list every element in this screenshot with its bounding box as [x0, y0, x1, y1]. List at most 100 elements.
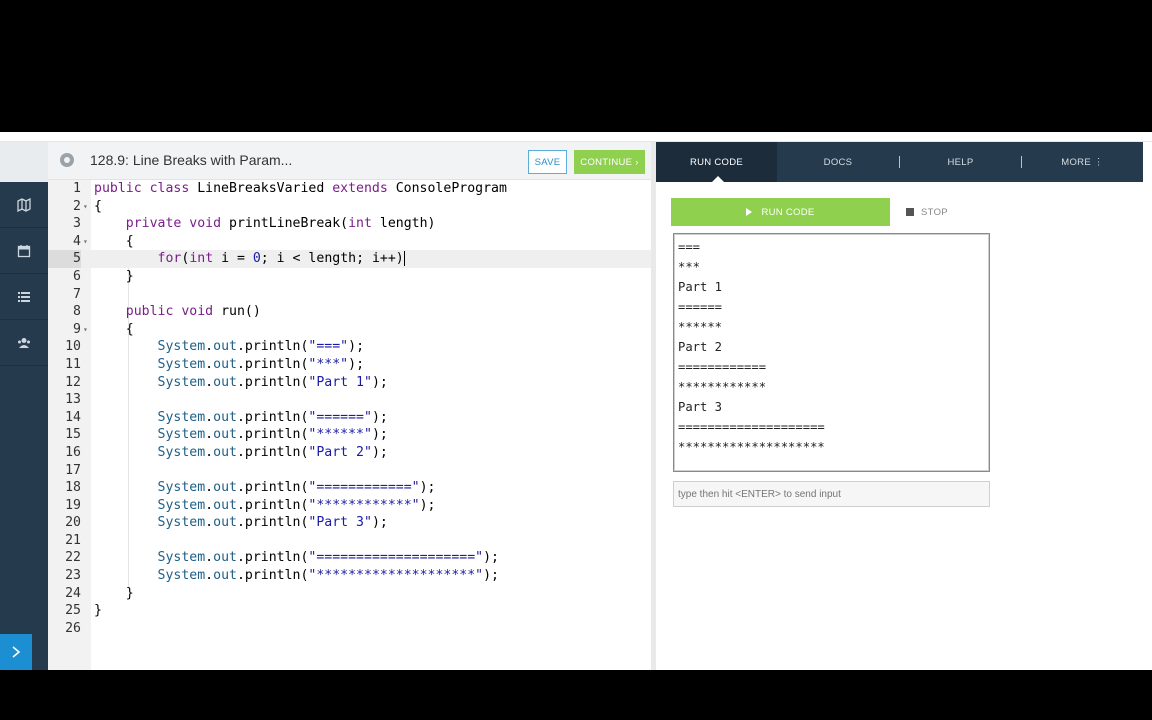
console-output[interactable]: === *** Part 1 ====== ****** Part 2 ==========…: [673, 233, 990, 472]
panel-tabs: RUN CODE DOCS HELP MORE ⋮: [656, 142, 1143, 182]
run-code-button[interactable]: RUN CODE: [671, 198, 890, 226]
code-line[interactable]: 5 for(int i = 0; i < length; i++): [48, 250, 651, 268]
nav-users-button[interactable]: [0, 320, 48, 366]
tab-docs[interactable]: DOCS: [777, 142, 899, 182]
code-line[interactable]: 22 System.out.println("=================…: [48, 549, 651, 567]
code-line[interactable]: 2 ▾ {: [48, 198, 651, 216]
code-line[interactable]: 25}: [48, 602, 651, 620]
code-text: for(int i = 0; i < length; i++): [157, 250, 405, 267]
line-number: 2: [73, 198, 81, 214]
fold-toggle-icon[interactable]: ▾: [83, 321, 88, 339]
map-icon: [17, 197, 31, 212]
console-line: ********************: [678, 440, 825, 454]
identifier: out: [213, 444, 237, 460]
code-line[interactable]: 16 System.out.println("Part 2");: [48, 444, 651, 462]
code-text: System.out.println("============");: [157, 480, 436, 496]
save-button[interactable]: SAVE: [528, 150, 567, 174]
code-line[interactable]: 14 System.out.println("======");: [48, 409, 651, 427]
editor-header: 128.9: Line Breaks with Param... SAVE CO…: [48, 142, 651, 180]
code-text: System.out.println("Part 3");: [157, 515, 388, 531]
nav-list-button[interactable]: [0, 274, 48, 320]
line-number: 25: [65, 603, 81, 619]
code-text: }: [94, 603, 102, 619]
code-line[interactable]: 26: [48, 620, 651, 638]
keyword: void: [181, 304, 214, 320]
code-text: System.out.println("======");: [157, 409, 388, 425]
code-line[interactable]: 15 System.out.println("******");: [48, 426, 651, 444]
code-line[interactable]: 4 ▾ {: [48, 233, 651, 251]
line-number: 24: [65, 585, 81, 601]
line-number: 12: [65, 374, 81, 390]
fold-toggle-icon[interactable]: ▾: [83, 233, 88, 251]
number-literal: 0: [252, 251, 261, 267]
code-line[interactable]: 7: [48, 286, 651, 304]
code-line[interactable]: 13: [48, 391, 651, 409]
gear-icon[interactable]: [60, 153, 74, 167]
line-number: 15: [65, 427, 81, 443]
identifier: out: [213, 356, 237, 372]
code-line[interactable]: 1 public class LineBreaksVaried extends C…: [48, 180, 651, 198]
code-line[interactable]: 19 System.out.println("************");: [48, 497, 651, 515]
console-text: === *** Part 1 ====== ****** Part 2 ==========…: [678, 237, 989, 457]
string-literal: "============": [308, 480, 420, 496]
line-number: 6: [73, 268, 81, 284]
line-number: 10: [65, 339, 81, 355]
code-line[interactable]: 9 ▾ {: [48, 321, 651, 339]
code-text: }: [94, 268, 134, 284]
right-panel: RUN CODE DOCS HELP MORE ⋮ RUN CODE STOP …: [656, 142, 1152, 670]
console-input[interactable]: [673, 481, 990, 507]
code-line[interactable]: 10 System.out.println("===");: [48, 338, 651, 356]
keyword: int: [348, 216, 372, 232]
identifier: out: [213, 550, 237, 566]
console-line: ======: [678, 300, 723, 314]
tab-more[interactable]: MORE ⋮: [1022, 142, 1143, 182]
code-line[interactable]: 21: [48, 532, 651, 550]
identifier: out: [213, 374, 237, 390]
continue-button[interactable]: CONTINUE ›: [574, 150, 645, 174]
identifier: out: [213, 339, 237, 355]
line-number: 4: [73, 233, 81, 249]
nav-calendar-button[interactable]: [0, 228, 48, 274]
nav-map-button[interactable]: [0, 182, 48, 228]
string-literal: "======": [308, 409, 372, 425]
code-text: private void printLineBreak(int length): [125, 216, 436, 232]
stop-button[interactable]: STOP: [906, 205, 948, 219]
string-literal: "********************": [308, 568, 484, 584]
code-line[interactable]: 12 System.out.println("Part 1");: [48, 374, 651, 392]
active-tab-caret: [712, 176, 724, 182]
line-number: 20: [65, 515, 81, 531]
code-text: System.out.println("********************…: [157, 568, 499, 584]
code-text: public class LineBreaksVaried extends Co…: [94, 181, 507, 196]
code-line[interactable]: 24 }: [48, 585, 651, 603]
code-text: System.out.println("************");: [157, 497, 436, 513]
line-number: 26: [65, 620, 81, 636]
code-editor[interactable]: 1 public class LineBreaksVaried extends C…: [48, 180, 651, 670]
keyword: public: [125, 304, 174, 320]
line-number: 11: [65, 356, 81, 372]
identifier: System: [157, 409, 206, 425]
keyword: class: [149, 181, 190, 196]
line-number: 21: [65, 532, 81, 548]
nav-expand-button[interactable]: [0, 634, 32, 670]
code-line[interactable]: 6 }: [48, 268, 651, 286]
identifier: System: [157, 374, 206, 390]
line-number: 1: [73, 181, 81, 196]
code-line[interactable]: 8 public void run(): [48, 303, 651, 321]
identifier: System: [157, 444, 206, 460]
code-line[interactable]: 11 System.out.println("***");: [48, 356, 651, 374]
string-literal: "************": [308, 497, 420, 513]
line-number: 16: [65, 444, 81, 460]
keyword: void: [189, 216, 222, 232]
line-number: 17: [65, 462, 81, 478]
code-line[interactable]: 3 private void printLineBreak(int length…: [48, 215, 651, 233]
code-line[interactable]: 23 System.out.println("*****************…: [48, 567, 651, 585]
code-line[interactable]: 20 System.out.println("Part 3");: [48, 514, 651, 532]
code-text: System.out.println("***");: [157, 356, 365, 372]
identifier: out: [213, 480, 237, 496]
code-line[interactable]: 17: [48, 462, 651, 480]
code-line[interactable]: 18 System.out.println("============");: [48, 479, 651, 497]
fold-toggle-icon[interactable]: ▾: [83, 198, 88, 216]
code-text: {: [94, 233, 134, 249]
tab-help[interactable]: HELP: [900, 142, 1021, 182]
keyword: for: [157, 251, 182, 267]
